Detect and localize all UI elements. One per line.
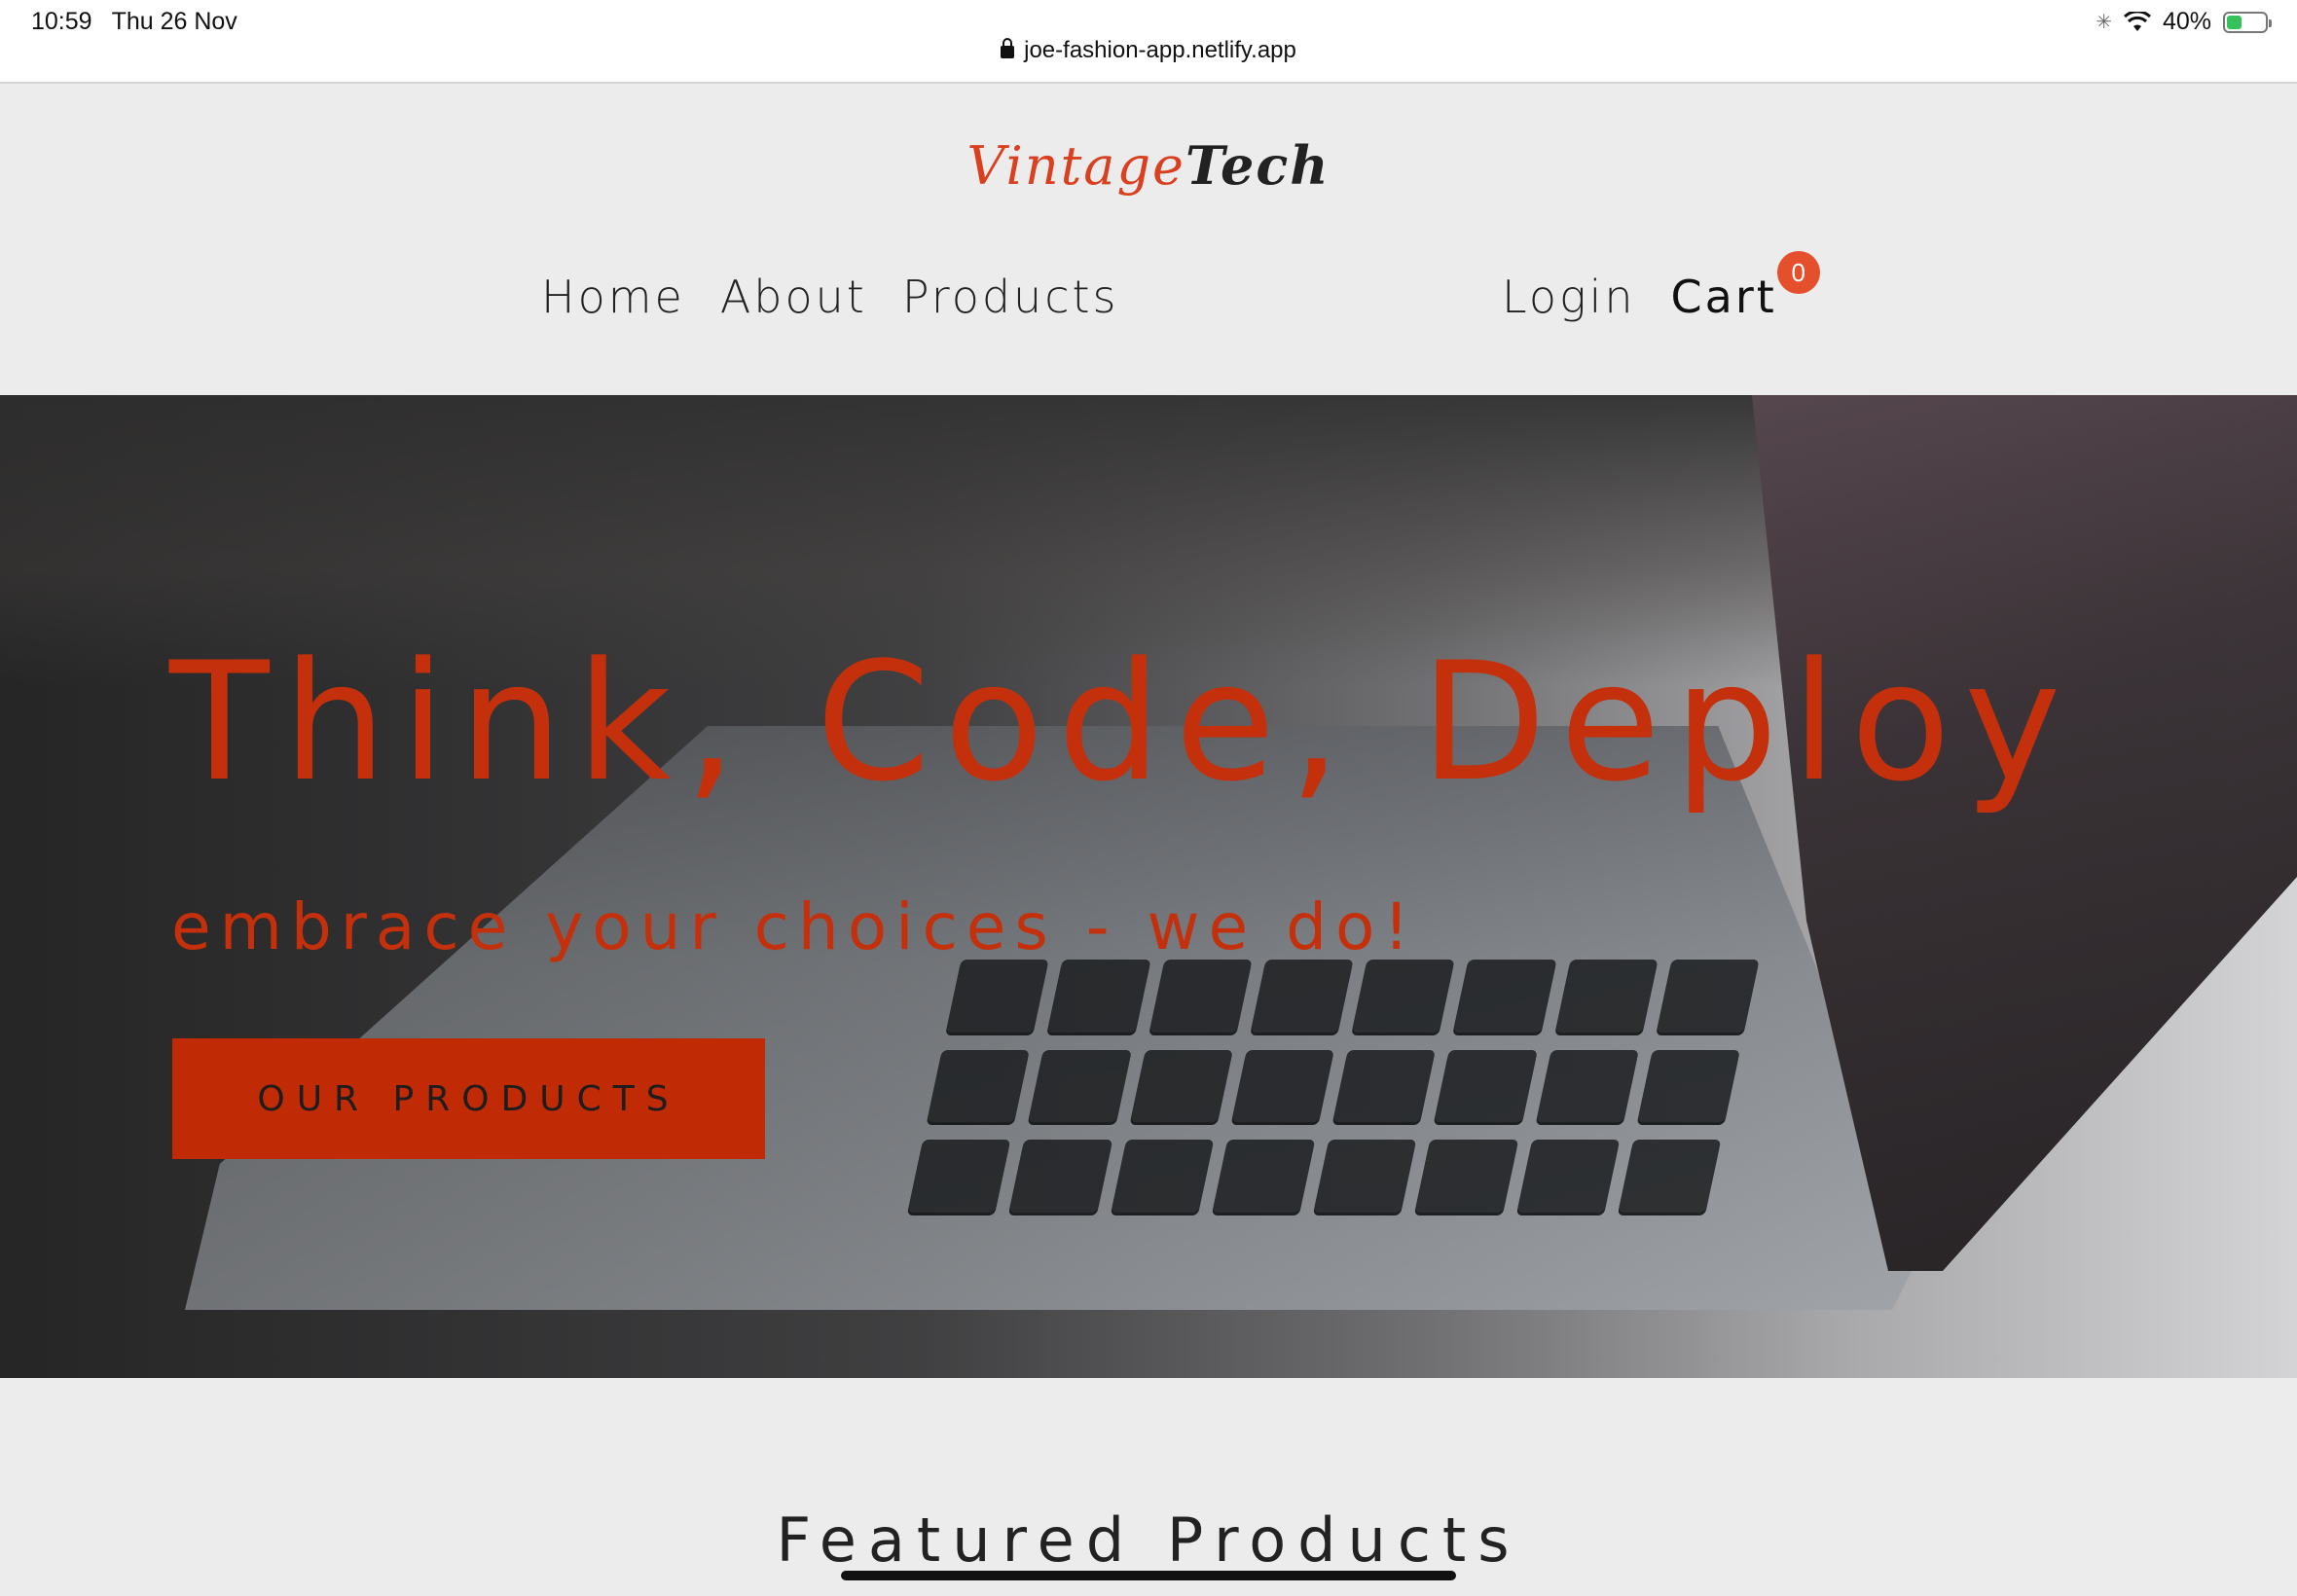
site-logo[interactable]: VintageTech bbox=[0, 134, 2297, 197]
featured-title: Featured Products bbox=[776, 1505, 1521, 1576]
hero-title: Think, Code, Deploy bbox=[169, 627, 2075, 817]
logo-tech: Tech bbox=[1185, 134, 1331, 197]
account-nav: Login Cart 0 bbox=[1502, 251, 1820, 323]
hero-banner: Think, Code, Deploy embrace your choices… bbox=[0, 395, 2297, 1378]
featured-section: Featured Products bbox=[0, 1378, 2297, 1596]
address-url: joe-fashion-app.netlify.app bbox=[1024, 37, 1296, 63]
wifi-icon bbox=[2123, 11, 2151, 31]
status-time: 10:59 bbox=[31, 8, 92, 35]
nav-about[interactable]: About bbox=[720, 271, 867, 323]
battery-icon bbox=[2223, 11, 2272, 33]
login-link[interactable]: Login bbox=[1502, 271, 1636, 323]
nav-products[interactable]: Products bbox=[902, 271, 1119, 323]
ios-status-bar: 10:59 Thu 26 Nov ✳ 40% joe-fashion-app.ne… bbox=[0, 0, 2297, 84]
featured-title-underline bbox=[841, 1571, 1456, 1580]
main-nav: Home About Products bbox=[541, 271, 1118, 323]
cart-count-badge: 0 bbox=[1776, 251, 1820, 294]
our-products-button[interactable]: OUR PRODUCTS bbox=[172, 1038, 765, 1159]
battery-percent: 40% bbox=[2162, 8, 2211, 35]
hero-overlay bbox=[0, 395, 2297, 1378]
status-indicators: ✳ 40% bbox=[2096, 8, 2272, 36]
site-header: VintageTech Home About Products Login Ca… bbox=[0, 86, 2297, 395]
status-time-date: 10:59 Thu 26 Nov bbox=[31, 8, 237, 36]
cart-link[interactable]: Cart 0 bbox=[1670, 251, 1820, 323]
address-bar[interactable]: joe-fashion-app.netlify.app bbox=[0, 37, 2297, 64]
nav-home[interactable]: Home bbox=[541, 271, 685, 323]
activity-spinner-icon: ✳ bbox=[2096, 12, 2112, 33]
hero-subtitle: embrace your choices - we do! bbox=[171, 889, 1418, 964]
lock-icon bbox=[1001, 38, 1015, 58]
cart-label: Cart bbox=[1670, 271, 1777, 323]
status-date: Thu 26 Nov bbox=[111, 8, 237, 35]
logo-vintage: Vintage bbox=[966, 135, 1186, 197]
